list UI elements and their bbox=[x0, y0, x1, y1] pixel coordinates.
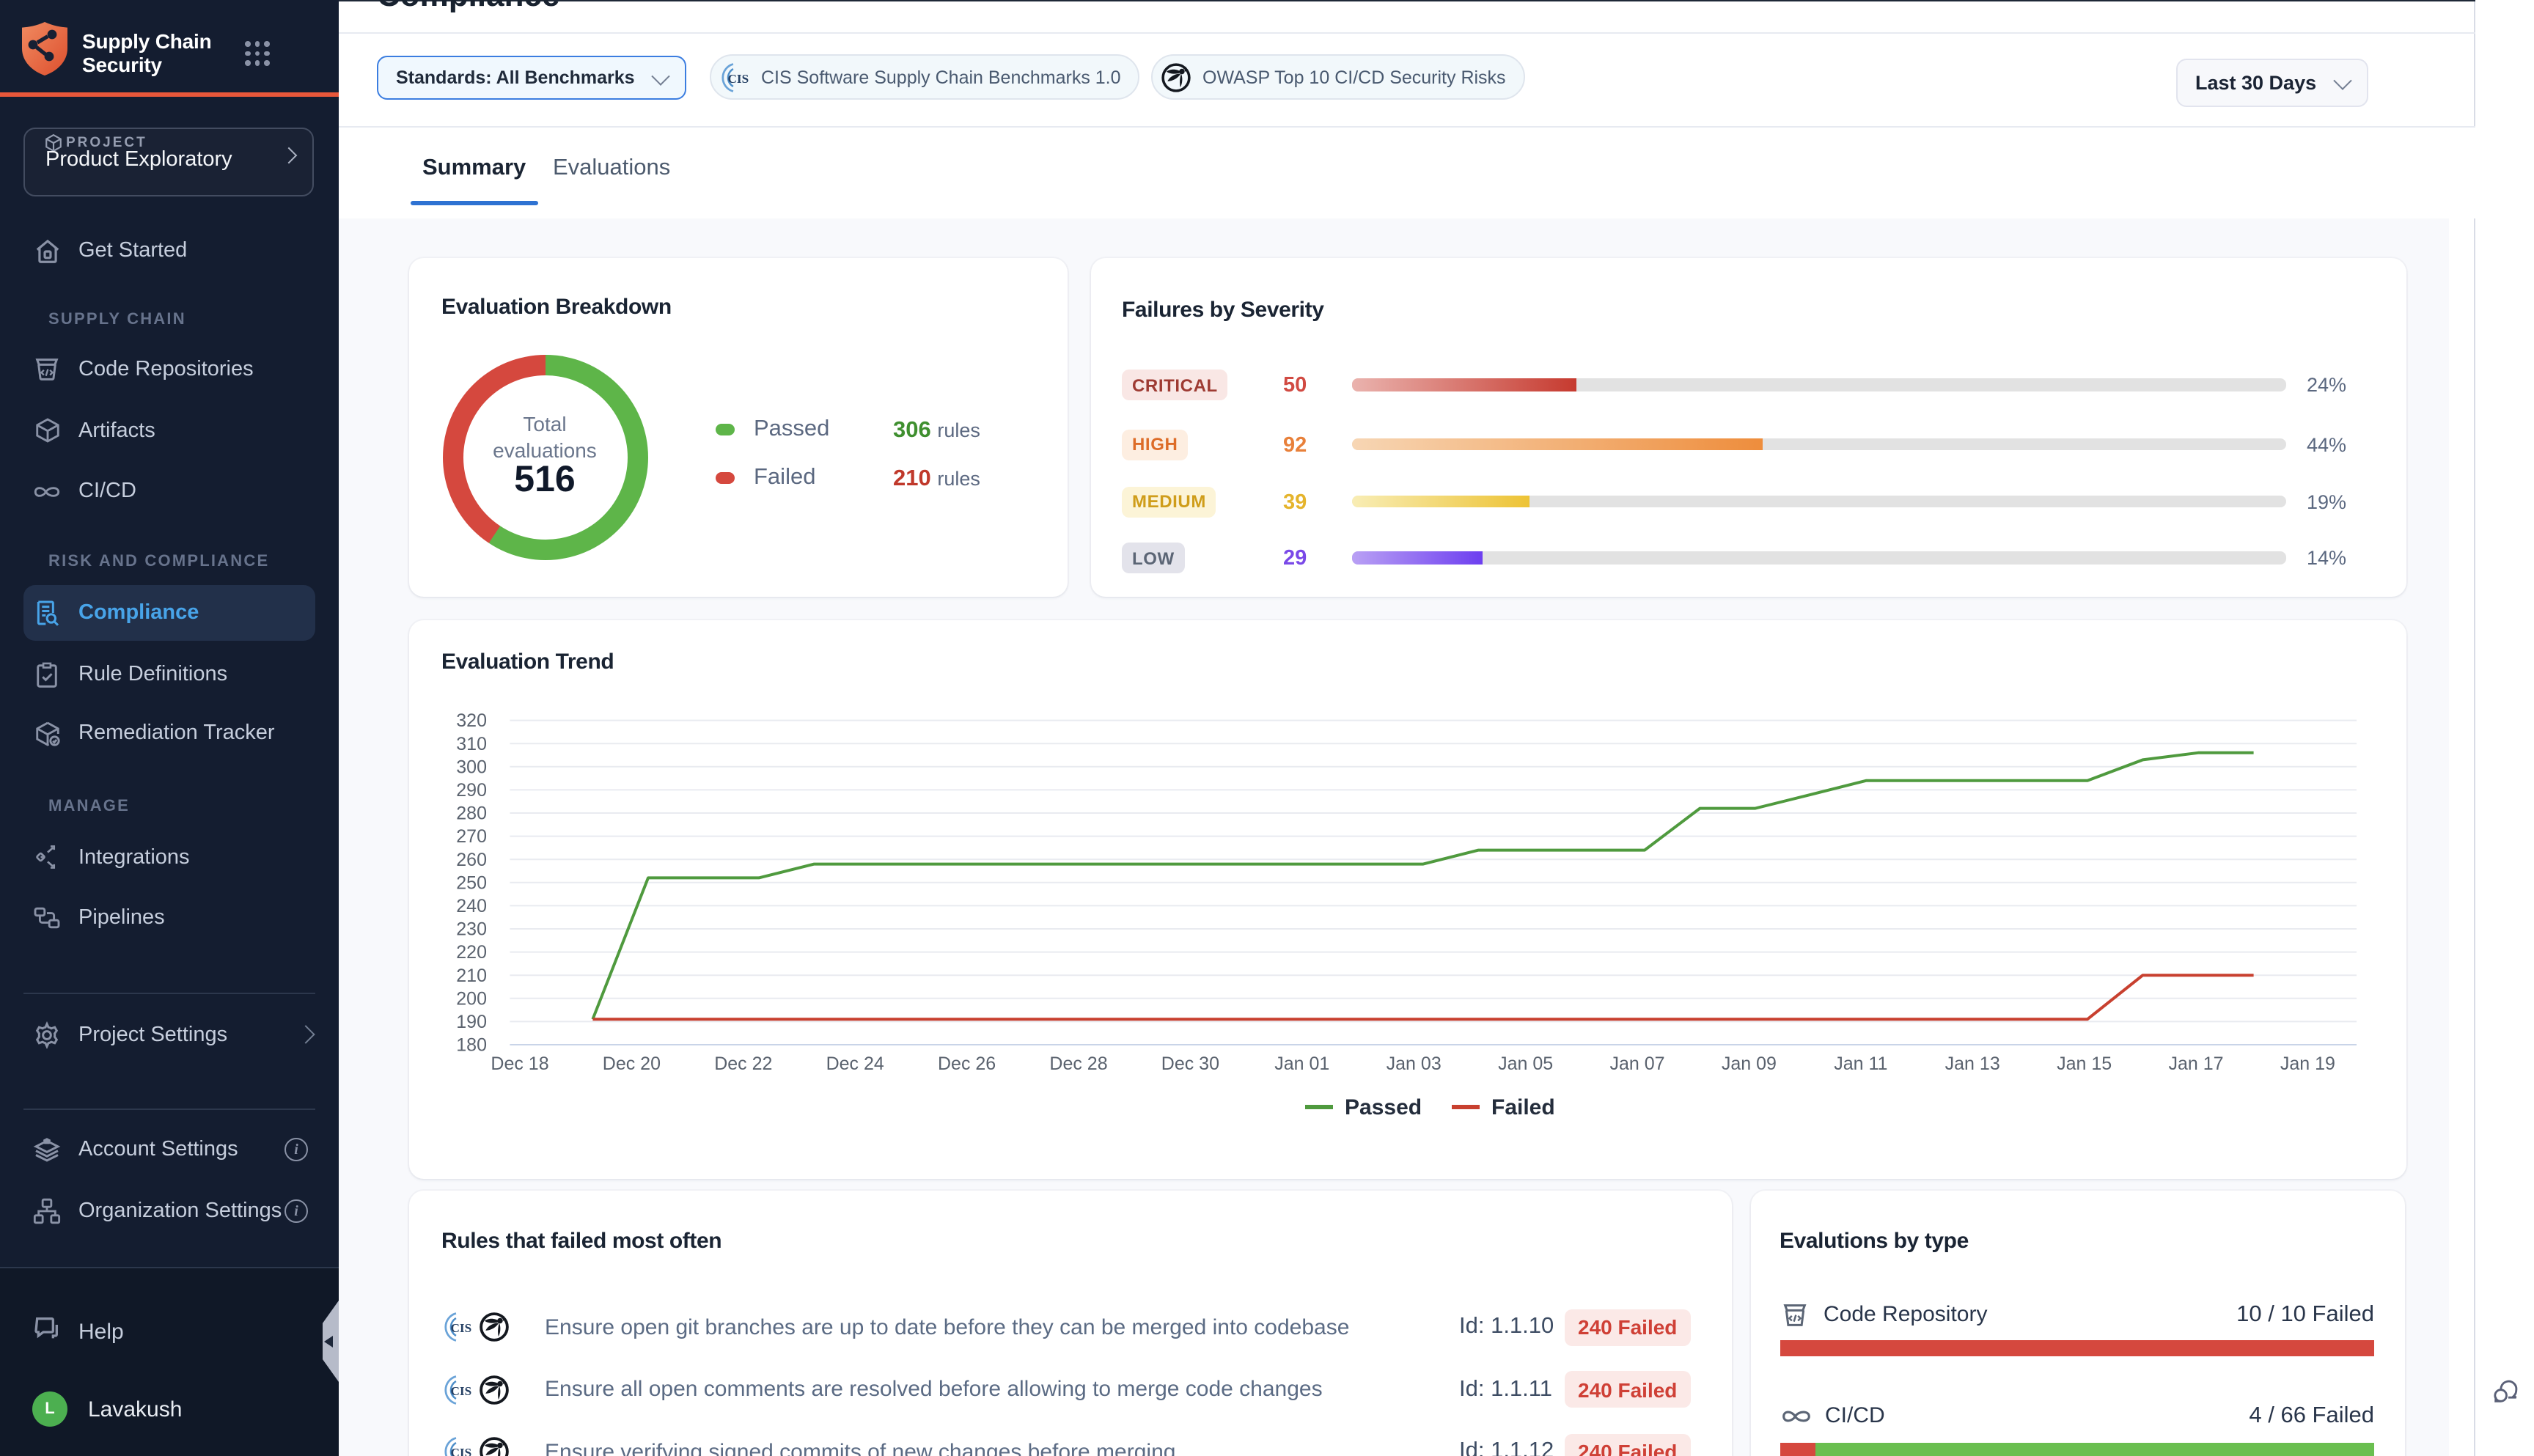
svg-text:290: 290 bbox=[456, 780, 487, 801]
svg-text:190: 190 bbox=[456, 1012, 487, 1032]
svg-text:Dec 22: Dec 22 bbox=[714, 1054, 772, 1074]
svg-text:Jan 03: Jan 03 bbox=[1387, 1054, 1442, 1074]
svg-text:Dec 18: Dec 18 bbox=[491, 1054, 548, 1074]
svg-text:250: 250 bbox=[456, 872, 487, 893]
svg-text:Jan 19: Jan 19 bbox=[2280, 1054, 2335, 1074]
svg-text:220: 220 bbox=[456, 942, 487, 963]
svg-text:Jan 11: Jan 11 bbox=[1834, 1054, 1887, 1074]
svg-text:Dec 28: Dec 28 bbox=[1049, 1054, 1107, 1074]
svg-text:Jan 15: Jan 15 bbox=[2057, 1054, 2112, 1074]
svg-text:CIS: CIS bbox=[450, 1383, 471, 1397]
svg-text:Dec 30: Dec 30 bbox=[1161, 1054, 1219, 1074]
svg-text:240: 240 bbox=[456, 896, 487, 916]
svg-text:300: 300 bbox=[456, 757, 487, 777]
svg-text:320: 320 bbox=[456, 710, 487, 731]
svg-text:210: 210 bbox=[456, 966, 487, 986]
svg-text:200: 200 bbox=[456, 988, 487, 1009]
svg-text:Jan 05: Jan 05 bbox=[1498, 1054, 1553, 1074]
svg-text:230: 230 bbox=[456, 919, 487, 940]
svg-text:Failed: Failed bbox=[1491, 1095, 1555, 1119]
svg-text:Jan 13: Jan 13 bbox=[1945, 1054, 2000, 1074]
svg-text:Jan 17: Jan 17 bbox=[2168, 1054, 2223, 1074]
svg-text:Jan 09: Jan 09 bbox=[1722, 1054, 1777, 1074]
svg-text:CIS: CIS bbox=[450, 1446, 471, 1456]
svg-text:CIS: CIS bbox=[727, 71, 749, 85]
svg-text:270: 270 bbox=[456, 826, 487, 847]
svg-text:310: 310 bbox=[456, 734, 487, 754]
svg-text:260: 260 bbox=[456, 850, 487, 870]
svg-text:Passed: Passed bbox=[1345, 1095, 1422, 1119]
svg-text:280: 280 bbox=[456, 804, 487, 824]
svg-text:Dec 24: Dec 24 bbox=[826, 1054, 884, 1074]
svg-text:180: 180 bbox=[456, 1035, 487, 1056]
svg-text:Jan 01: Jan 01 bbox=[1274, 1054, 1329, 1074]
svg-text:Dec 20: Dec 20 bbox=[603, 1054, 661, 1074]
svg-text:Dec 26: Dec 26 bbox=[938, 1054, 996, 1074]
svg-text:Jan 07: Jan 07 bbox=[1609, 1054, 1664, 1074]
svg-text:CIS: CIS bbox=[450, 1321, 471, 1335]
